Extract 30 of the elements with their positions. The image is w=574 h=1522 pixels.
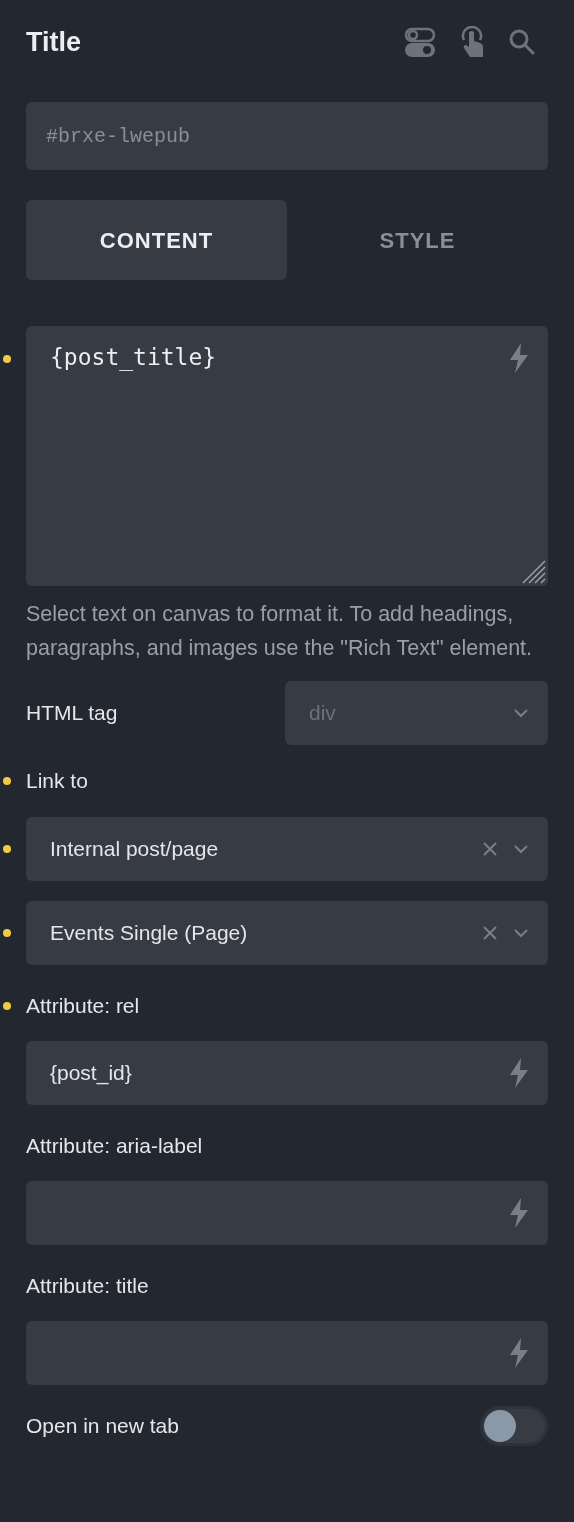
toggle-switch[interactable] xyxy=(480,1406,548,1446)
field-label: HTML tag xyxy=(26,700,119,727)
lightning-icon[interactable] xyxy=(508,1337,530,1369)
field-label: Link to xyxy=(26,769,89,793)
panel-title: Title xyxy=(26,25,81,59)
chevron-down-icon[interactable] xyxy=(514,928,528,938)
tab[interactable]: STYLE xyxy=(287,200,548,280)
toggles-icon[interactable] xyxy=(404,26,436,58)
field-label: Attribute: aria-label xyxy=(26,1134,204,1158)
text-field[interactable]: {post_id} xyxy=(26,1041,548,1105)
field-label: Attribute: rel xyxy=(26,994,141,1018)
lightning-icon[interactable] xyxy=(508,1197,530,1229)
tab[interactable]: CONTENT xyxy=(26,200,287,280)
toggle-label: Open in new tab xyxy=(26,1413,179,1440)
chevron-down-icon[interactable] xyxy=(514,708,528,718)
lightning-icon[interactable] xyxy=(508,342,530,374)
clear-icon[interactable] xyxy=(482,841,498,857)
search-icon[interactable] xyxy=(508,28,536,56)
field-label: Attribute: title xyxy=(26,1274,150,1298)
text-field[interactable] xyxy=(26,1321,548,1385)
text-area[interactable]: {post_title} xyxy=(26,326,548,586)
lightning-icon[interactable] xyxy=(508,1057,530,1089)
clear-icon[interactable] xyxy=(482,925,498,941)
element-id-field[interactable]: #brxe-lwepub xyxy=(26,102,548,170)
chevron-down-icon[interactable] xyxy=(514,844,528,854)
text-field[interactable] xyxy=(26,1181,548,1245)
select-field[interactable]: Internal post/page xyxy=(26,817,548,881)
select-field[interactable]: Events Single (Page) xyxy=(26,901,548,965)
help-text: Select text on canvas to format it. To add headings, paragraphs, and images use the "Rich Text" element. xyxy=(26,601,534,662)
resize-handle-icon[interactable] xyxy=(520,558,546,584)
